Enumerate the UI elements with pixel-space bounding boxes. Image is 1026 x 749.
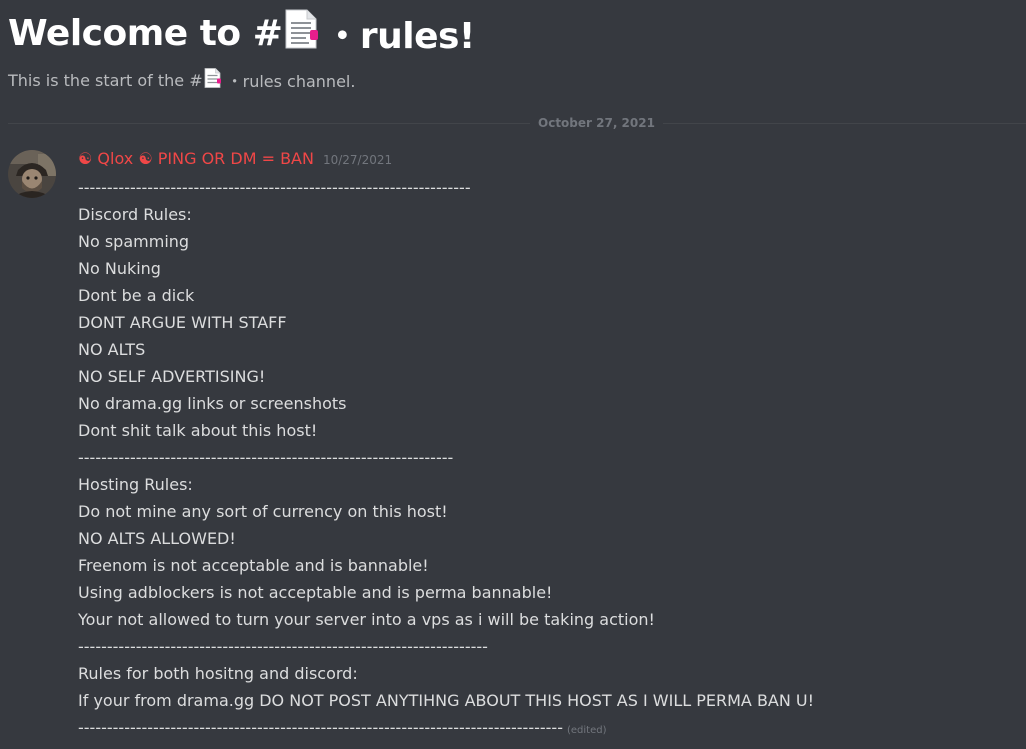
message-line: Freenom is not acceptable and is bannabl… <box>78 552 1018 579</box>
user-avatar[interactable] <box>8 150 56 198</box>
start-prefix: This is the start of the # <box>8 70 203 90</box>
message-line-text: ----------------------------------------… <box>78 718 563 737</box>
message-line-text: ----------------------------------------… <box>78 637 488 656</box>
message-line-text: NO ALTS ALLOWED! <box>78 529 236 548</box>
message-line-text: No spamming <box>78 232 190 251</box>
message-line: NO ALTS ALLOWED! <box>78 525 1018 552</box>
message-line: No drama.gg links or screenshots <box>78 390 1018 417</box>
message-line-text: If your from drama.gg DO NOT POST ANYTIH… <box>78 691 815 710</box>
message-line: ----------------------------------------… <box>78 633 1018 660</box>
message-line: Dont be a dick <box>78 282 1018 309</box>
message-line: DONT ARGUE WITH STAFF <box>78 309 1018 336</box>
message-line-text: Dont be a dick <box>78 286 195 305</box>
message-line-text: NO ALTS <box>78 340 146 359</box>
message-line-text: ----------------------------------------… <box>78 448 454 467</box>
message-line-text: ----------------------------------------… <box>78 178 471 197</box>
message-line: Discord Rules: <box>78 201 1018 228</box>
message-line-text: Freenom is not acceptable and is bannabl… <box>78 556 429 575</box>
welcome-prefix: Welcome to # <box>8 12 283 54</box>
message-line-text: Hosting Rules: <box>78 475 193 494</box>
message-line-text: Do not mine any sort of currency on this… <box>78 502 448 521</box>
channel-start-text: This is the start of the # ・rules channe… <box>8 67 355 93</box>
message-timestamp: 10/27/2021 <box>322 153 393 167</box>
message-line: Your not allowed to turn your server int… <box>78 606 1018 633</box>
message-line: ----------------------------------------… <box>78 714 1018 741</box>
message-line: Using adblockers is not acceptable and i… <box>78 579 1018 606</box>
message-line-text: NO SELF ADVERTISING! <box>78 367 266 386</box>
message-line: Hosting Rules: <box>78 471 1018 498</box>
message-header: ☯ Qlox ☯ PING OR DM = BAN 10/27/2021 <box>78 149 392 171</box>
channel-welcome-heading: Welcome to # ・rules! <box>8 6 475 60</box>
message-line-text: Dont shit talk about this host! <box>78 421 318 440</box>
message-line: ----------------------------------------… <box>78 174 1018 201</box>
message-line: No Nuking <box>78 255 1018 282</box>
message-line: If your from drama.gg DO NOT POST ANYTIH… <box>78 687 1018 714</box>
date-divider-label: October 27, 2021 <box>530 114 663 132</box>
page-facing-up-icon <box>284 9 319 58</box>
message-line-text: Using adblockers is not acceptable and i… <box>78 583 553 602</box>
page-facing-up-icon <box>204 68 221 92</box>
message-line: Do not mine any sort of currency on this… <box>78 498 1018 525</box>
message-line-text: Your not allowed to turn your server int… <box>78 610 655 629</box>
start-suffix: ・rules channel. <box>226 72 356 91</box>
channel-view: Welcome to # ・rules! This is the start o… <box>0 0 1026 749</box>
message-line: Rules for both hositng and discord: <box>78 660 1018 687</box>
message-content: ----------------------------------------… <box>78 174 1018 741</box>
message-line: NO ALTS <box>78 336 1018 363</box>
channel-name: ・rules! <box>324 16 475 57</box>
edited-label: (edited) <box>566 725 607 736</box>
date-divider <box>8 123 1026 124</box>
message-line-text: Rules for both hositng and discord: <box>78 664 358 683</box>
message-line: NO SELF ADVERTISING! <box>78 363 1018 390</box>
message-line: ----------------------------------------… <box>78 444 1018 471</box>
message-line-text: No Nuking <box>78 259 161 278</box>
message-line: No spamming <box>78 228 1018 255</box>
message-line-text: DONT ARGUE WITH STAFF <box>78 313 287 332</box>
author-name[interactable]: ☯ Qlox ☯ PING OR DM = BAN <box>78 149 314 168</box>
message-line-text: Discord Rules: <box>78 205 192 224</box>
message-line: Dont shit talk about this host! <box>78 417 1018 444</box>
message-line-text: No drama.gg links or screenshots <box>78 394 347 413</box>
